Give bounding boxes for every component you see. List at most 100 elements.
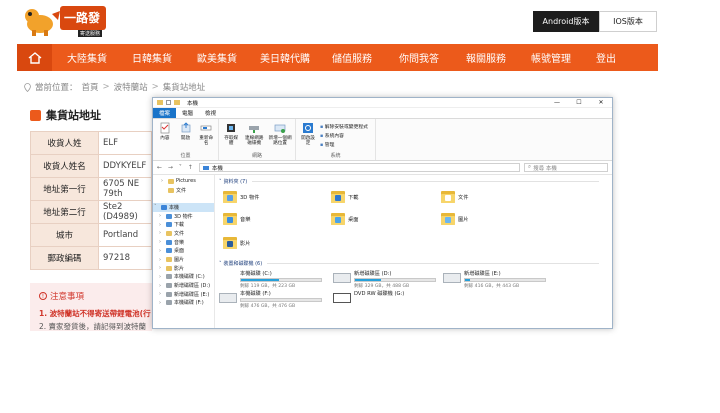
tree-item[interactable]: › 下載 — [153, 220, 214, 229]
home-icon — [28, 51, 41, 64]
nav-account[interactable]: 帳號管理 — [517, 50, 582, 65]
drive-item[interactable]: 本機磁碟 (C:) 剩餘 119 GB，共 223 GB — [219, 270, 322, 289]
tree-item-label: 3D 物件 — [174, 213, 193, 220]
breadcrumb-portland[interactable]: 波特蘭站 — [114, 81, 148, 93]
tree-item[interactable]: › 本機磁碟 (C:) — [153, 273, 214, 282]
breadcrumb-separator: > — [102, 82, 110, 92]
ios-version-button[interactable]: IOS版本 — [599, 11, 657, 32]
android-version-button[interactable]: Android版本 — [533, 11, 599, 32]
chevron-right-icon[interactable]: › — [159, 283, 164, 289]
tree-item[interactable]: › 本機磁碟 (F:) — [153, 299, 214, 308]
quick-access-folder-icon[interactable] — [174, 100, 180, 105]
drive-name: 新增磁碟區 (E:) — [464, 271, 501, 277]
app-version-buttons: Android版本 IOS版本 — [533, 11, 657, 32]
drive-name: DVD RW 磁碟機 (G:) — [354, 291, 405, 297]
nav-faq[interactable]: 你問我答 — [383, 50, 450, 65]
drive-free-space: 剩餘 119 GB，共 223 GB — [240, 284, 296, 289]
logo-text: 一路發 — [64, 11, 101, 25]
tree-item[interactable]: › 3D 物件 — [153, 212, 214, 221]
folder-icon — [166, 265, 172, 271]
table-row: 地址第二行 Ste2 (D4989) — [30, 200, 152, 224]
chevron-right-icon[interactable]: › — [159, 213, 164, 219]
site-logo[interactable]: 一路發 寄送服務 — [22, 2, 108, 38]
nav-logout[interactable]: 登出 — [582, 50, 627, 65]
folder-item[interactable]: 圖片 — [441, 211, 468, 227]
nav-japan-korea-consolidation[interactable]: 日韓集貨 — [118, 50, 183, 65]
system-properties-link[interactable]: 系統內容 — [320, 132, 368, 139]
ribbon-group-system: 開啟設定 解除安裝或變更程式 系統內容 管理 系統 — [296, 119, 376, 160]
tree-item[interactable]: › 圖片 — [153, 255, 214, 264]
drive-icon — [166, 283, 172, 289]
ribbon: 內容 開啟 重新命名 位置 存取媒體 連線網路磁碟機 新增一個網路位置 網路 開… — [153, 119, 612, 161]
tree-item[interactable]: › 桌面 — [153, 247, 214, 256]
chevron-right-icon[interactable]: › — [159, 274, 164, 280]
row-value: ELF — [98, 131, 152, 155]
ribbon-group-location: 內容 開啟 重新命名 位置 — [153, 119, 219, 160]
chevron-down-icon[interactable]: ˅ — [154, 204, 159, 210]
tree-item[interactable]: › 新增磁碟區 (D:) — [153, 281, 214, 290]
chevron-right-icon[interactable]: › — [159, 222, 164, 228]
tree-item[interactable]: › 新增磁碟區 (E:) — [153, 290, 214, 299]
address-panel: 集貨站地址 收貨人姓 ELF 收貨人姓名 DDYKYELF 地址第一行 6705 NE… — [30, 101, 152, 331]
dvd-drive-icon — [333, 293, 351, 303]
path-box[interactable]: 本機 — [198, 163, 520, 172]
search-input[interactable]: ⌕ 搜尋 本機 — [524, 163, 608, 172]
nav-customs[interactable]: 報關服務 — [450, 50, 517, 65]
logo-subtext: 寄送服務 — [78, 30, 103, 37]
folder-item[interactable]: 下載 — [331, 189, 358, 205]
tree-item[interactable]: › Pictures — [153, 177, 214, 186]
row-value: 6705 NE 79th — [98, 177, 152, 201]
chevron-right-icon[interactable]: › — [159, 265, 164, 271]
folder-item[interactable]: 桌面 — [331, 211, 358, 227]
drive-item[interactable]: 新增磁碟區 (D:) 剩餘 329 GB，共 488 GB — [333, 270, 436, 289]
drive-item[interactable]: 新增磁碟區 (E:) 剩餘 416 GB，共 443 GB — [443, 270, 546, 289]
folder-item[interactable]: 音樂 — [223, 211, 250, 227]
drive-free-space: 剩餘 476 GB，共 476 GB — [240, 304, 296, 309]
breadcrumb: 當前位置： 首頁 > 波特蘭站 > 集貨站地址 — [24, 81, 205, 93]
drive-item[interactable]: DVD RW 磁碟機 (G:) — [333, 290, 404, 303]
window-controls: — ☐ ✕ — [546, 99, 612, 106]
chevron-right-icon[interactable]: › — [159, 239, 164, 245]
tree-item[interactable]: ˅ 本機 — [153, 203, 214, 212]
nav-top-up[interactable]: 儲值服務 — [321, 50, 383, 65]
home-button[interactable] — [17, 44, 52, 71]
tab-view[interactable]: 檢視 — [199, 108, 222, 118]
content-pane: ˅ 資料夾 (7) ˅ 裝置和磁碟機 (6) 3D 物件 下載 文件音樂 桌面 圖片影片… — [215, 175, 612, 328]
nav-purchasing-agent[interactable]: 美日韓代購 — [248, 50, 321, 65]
folder-item[interactable]: 影片 — [223, 235, 250, 251]
tab-computer[interactable]: 電腦 — [176, 108, 199, 118]
folder-item[interactable]: 文件 — [441, 189, 468, 205]
table-row: 城市 Portland — [30, 223, 152, 247]
folders-section-header[interactable]: ˅ 資料夾 (7) — [219, 178, 599, 186]
manage-link[interactable]: 管理 — [320, 141, 368, 148]
chevron-right-icon[interactable]: › — [159, 291, 164, 297]
properties-icon — [160, 122, 170, 134]
nav-euro-us-consolidation[interactable]: 歐美集貨 — [183, 50, 248, 65]
drives-section-header[interactable]: ˅ 裝置和磁碟機 (6) — [219, 260, 599, 268]
folder-item[interactable]: 3D 物件 — [223, 189, 259, 205]
network-location-icon — [274, 124, 286, 133]
chevron-right-icon[interactable]: › — [159, 230, 164, 236]
tree-item[interactable]: 文件 — [153, 186, 214, 195]
minimize-button[interactable]: — — [546, 99, 568, 106]
chevron-right-icon[interactable]: › — [159, 300, 164, 306]
uninstall-link[interactable]: 解除安裝或變更程式 — [320, 123, 368, 130]
ribbon-group-name: 網路 — [251, 153, 262, 159]
chevron-right-icon[interactable]: › — [161, 178, 166, 184]
tree-item[interactable]: › 影片 — [153, 264, 214, 273]
breadcrumb-home[interactable]: 首頁 — [82, 81, 99, 93]
chevron-right-icon[interactable]: › — [159, 248, 164, 254]
tab-file[interactable]: 檔案 — [153, 108, 177, 118]
chevron-down-icon: ˅ — [219, 260, 222, 267]
close-button[interactable]: ✕ — [590, 99, 612, 106]
navigation-arrows[interactable]: ← → ˅ ↑ — [157, 164, 195, 171]
drive-item[interactable]: 本機磁碟 (F:) 剩餘 476 GB，共 476 GB — [219, 290, 322, 309]
check-icon[interactable] — [166, 100, 171, 105]
navigation-pane: › Pictures 文件 ˅ 本機 › 3D 物件 › 下載 › 文件 › 音樂 › 桌面 › 圖片 › 影片 › 本… — [153, 175, 215, 328]
tree-item[interactable]: › 音樂 — [153, 238, 214, 247]
tree-item[interactable]: › 文件 — [153, 229, 214, 238]
search-icon: ⌕ — [528, 164, 532, 170]
nav-china-consolidation[interactable]: 大陸集貨 — [52, 50, 118, 65]
chevron-right-icon[interactable]: › — [159, 257, 164, 263]
maximize-button[interactable]: ☐ — [568, 99, 590, 106]
